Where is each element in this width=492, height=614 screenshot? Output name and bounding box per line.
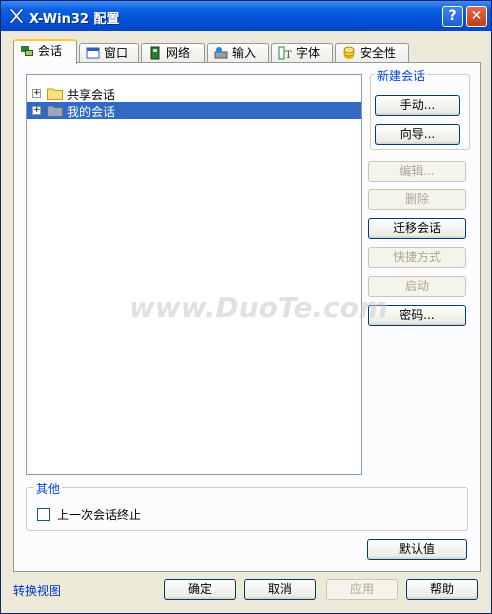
sessions-icon <box>21 46 33 56</box>
xwin32-logo-icon <box>8 8 25 24</box>
apply-button[interactable]: 应用 <box>326 579 398 600</box>
cancel-button[interactable]: 取消 <box>244 579 316 600</box>
start-button[interactable]: 启动 <box>368 276 466 297</box>
title-bar[interactable]: X-Win32 配置 ? ✕ <box>1 1 491 31</box>
manual-button[interactable]: 手动... <box>375 95 460 116</box>
svg-text:T: T <box>285 50 292 60</box>
input-icon <box>214 47 228 59</box>
last-session-checkbox[interactable] <box>37 508 50 521</box>
last-session-checkbox-label[interactable]: 上一次会话终止 <box>57 506 141 523</box>
ok-button[interactable]: 确定 <box>164 579 236 600</box>
help-button[interactable]: 帮助 <box>406 579 478 600</box>
tree-item-label: 共享会话 <box>67 88 116 102</box>
expand-icon[interactable]: + <box>32 89 41 98</box>
tree-item-label: 我的会话 <box>67 105 116 119</box>
tree-item-shared-sessions[interactable]: + 共享会话 <box>27 85 361 102</box>
network-icon <box>150 46 160 60</box>
config-window: X-Win32 配置 ? ✕ 会话 窗口 网络 输入 T 字体 安全性 + 共享会… <box>0 0 492 614</box>
folder-icon <box>47 88 63 100</box>
tab-security[interactable]: 安全性 <box>335 43 409 64</box>
help-title-button[interactable]: ? <box>442 6 463 27</box>
sessions-panel: + 共享会话 + 我的会话 新建会话 手动... 向导... 编辑... 删除 … <box>13 62 481 572</box>
tab-window[interactable]: 窗口 <box>79 43 139 64</box>
expand-icon[interactable]: + <box>32 106 41 115</box>
delete-button[interactable]: 删除 <box>368 189 466 210</box>
other-group: 上一次会话终止 <box>26 487 468 531</box>
folder-icon <box>47 105 63 117</box>
close-button[interactable]: ✕ <box>466 6 487 27</box>
tab-input[interactable]: 输入 <box>207 43 269 64</box>
tree-item-my-sessions[interactable]: + 我的会话 <box>27 102 361 119</box>
edit-button[interactable]: 编辑... <box>368 161 466 182</box>
shortcut-button[interactable]: 快捷方式 <box>368 247 466 268</box>
defaults-button[interactable]: 默认值 <box>367 539 467 560</box>
font-icon: T <box>278 46 292 60</box>
window-title: X-Win32 配置 <box>29 12 120 27</box>
migrate-session-button[interactable]: 迁移会话 <box>368 218 466 239</box>
tab-network[interactable]: 网络 <box>141 43 205 64</box>
tab-font[interactable]: T 字体 <box>271 43 333 64</box>
new-session-group-title: 新建会话 <box>375 67 428 84</box>
switch-view-link[interactable]: 转换视图 <box>13 582 61 599</box>
wizard-button[interactable]: 向导... <box>375 124 460 145</box>
other-group-title: 其他 <box>34 480 63 497</box>
window-icon <box>86 47 100 59</box>
password-button[interactable]: 密码... <box>368 305 466 326</box>
security-icon <box>343 46 355 59</box>
tab-sessions[interactable]: 会话 <box>13 39 77 64</box>
session-tree[interactable]: + 共享会话 + 我的会话 <box>26 74 362 475</box>
